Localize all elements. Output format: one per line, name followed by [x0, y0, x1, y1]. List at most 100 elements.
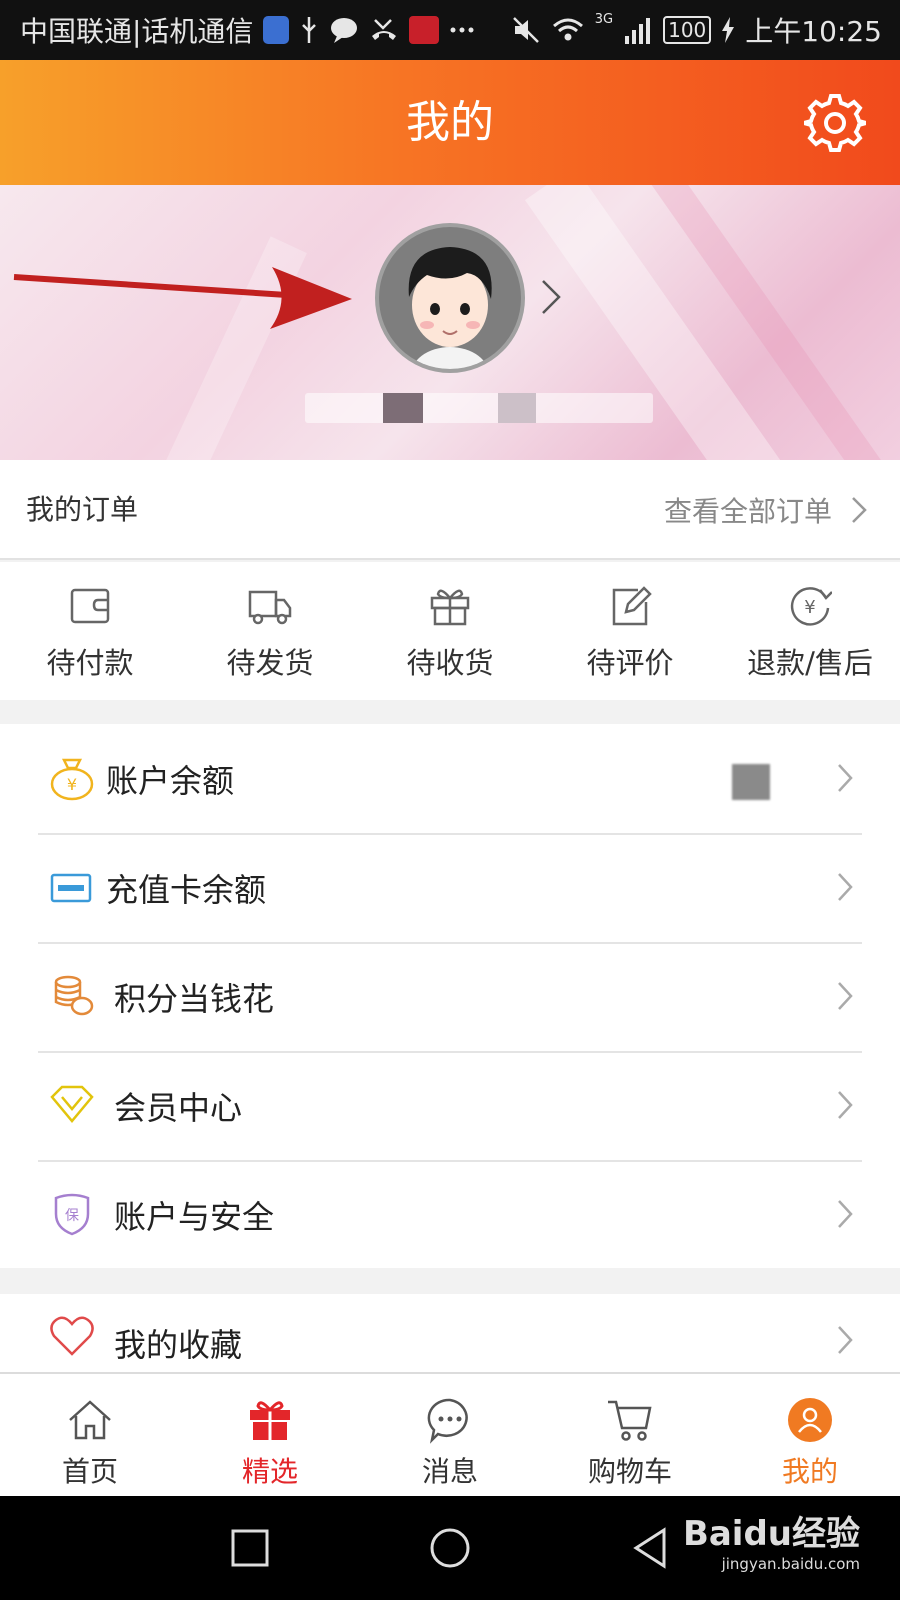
svg-text:保: 保 — [65, 1208, 79, 1224]
order-pending-receipt[interactable]: 待收货 — [360, 562, 540, 700]
order-label: 待发货 — [226, 646, 314, 680]
menu-item-label: 账户余额 — [106, 761, 235, 800]
menu-item-label: 会员中心 — [114, 1088, 243, 1127]
avatar[interactable] — [375, 223, 525, 373]
username-redacted — [305, 393, 653, 423]
chevron-right-icon[interactable] — [538, 277, 564, 317]
menu-item-card-balance[interactable]: 充值卡余额 — [0, 833, 900, 942]
username-redacted-mark — [498, 393, 536, 423]
menu-item-label: 积分当钱花 — [114, 979, 275, 1018]
menu-item-label: 账户与安全 — [114, 1197, 275, 1236]
status-bar: 中国联通|话机通信 3G 100 上午10:25 — [0, 0, 900, 60]
money-bag-icon: ¥ — [50, 758, 94, 801]
my-orders-header[interactable]: 我的订单 查看全部订单 — [0, 460, 900, 560]
baidu-watermark: Baidu经验 jingyan.baidu.com — [683, 1506, 860, 1573]
tab-mine[interactable]: 我的 — [720, 1374, 900, 1496]
chevron-right-icon — [838, 982, 853, 1010]
order-pending-payment[interactable]: 待付款 — [0, 562, 180, 700]
avatar-face-icon — [379, 227, 521, 369]
cart-icon — [608, 1400, 652, 1441]
charging-icon — [721, 17, 735, 43]
wallet-icon — [70, 588, 110, 624]
usb-icon — [299, 15, 319, 45]
watermark-brand: Baidu经验 — [682, 1514, 860, 1554]
order-label: 待付款 — [46, 646, 134, 680]
order-status-grid: 待付款 待发货 待收货 待评价 ¥ 退款/售后 — [0, 562, 900, 700]
carrier-label: 中国联通|话机通信 — [20, 15, 254, 48]
app-header: 我的 — [0, 60, 900, 185]
more-dots-icon — [449, 26, 475, 34]
coins-icon — [54, 975, 94, 1016]
tab-label: 首页 — [61, 1455, 118, 1488]
recent-apps-icon[interactable] — [228, 1526, 272, 1570]
page-title: 我的 — [406, 97, 494, 148]
menu-item-points[interactable]: 积分当钱花 — [0, 942, 900, 1051]
tab-featured[interactable]: 精选 — [180, 1374, 360, 1496]
tab-label: 购物车 — [587, 1455, 672, 1488]
huawei-app-icon — [409, 16, 440, 44]
view-all-orders-link[interactable]: 查看全部订单 — [664, 460, 868, 560]
account-menu: ¥ 账户余额 充值卡余额 积分当钱花 会员中心 保 账户与安全 — [0, 724, 900, 1268]
svg-text:¥: ¥ — [804, 597, 815, 618]
tab-cart[interactable]: 购物车 — [540, 1374, 720, 1496]
order-label: 退款/售后 — [747, 646, 873, 680]
order-pending-shipment[interactable]: 待发货 — [180, 562, 360, 700]
chevron-right-icon — [838, 1200, 853, 1228]
battery-indicator: 100 — [663, 16, 712, 44]
chevron-right-icon — [838, 873, 853, 901]
truck-icon — [248, 590, 292, 625]
username-redacted-mark — [383, 393, 423, 423]
menu-item-account-balance[interactable]: ¥ 账户余额 — [0, 724, 900, 833]
tab-home[interactable]: 首页 — [0, 1374, 180, 1496]
refund-yen-icon: ¥ — [790, 587, 832, 626]
menu-item-label: 我的收藏 — [114, 1326, 243, 1364]
order-label: 待评价 — [586, 646, 674, 680]
chevron-right-icon — [838, 1091, 853, 1119]
menu-item-account-security[interactable]: 保 账户与安全 — [0, 1160, 900, 1269]
user-icon — [788, 1398, 832, 1442]
tab-messages[interactable]: 消息 — [360, 1374, 540, 1496]
diamond-icon — [50, 1085, 94, 1123]
tab-label: 消息 — [421, 1455, 478, 1488]
order-refund-after-sales[interactable]: ¥ 退款/售后 — [720, 562, 900, 700]
chevron-right-icon — [852, 497, 867, 523]
gift-box-icon — [430, 589, 470, 626]
home-icon — [69, 1400, 111, 1440]
shield-icon: 保 — [54, 1193, 90, 1236]
missed-call-icon — [369, 16, 399, 44]
menu-item-member-center[interactable]: 会员中心 — [0, 1051, 900, 1160]
edit-icon — [612, 586, 652, 626]
home-circle-icon[interactable] — [428, 1526, 472, 1570]
svg-text:¥: ¥ — [67, 775, 77, 794]
chat-icon — [427, 1398, 468, 1444]
profile-banner — [0, 185, 900, 460]
order-label: 待收货 — [406, 646, 494, 680]
heart-icon — [50, 1316, 94, 1356]
security-shield-icon — [263, 16, 290, 44]
chat-bubble-icon — [329, 16, 359, 44]
bottom-tab-bar: 首页 精选 消息 购物车 我的 — [0, 1372, 900, 1496]
favorites-section: 我的收藏 — [0, 1294, 900, 1374]
chevron-right-icon — [838, 764, 853, 792]
mute-icon — [511, 15, 541, 45]
order-pending-review[interactable]: 待评价 — [540, 562, 720, 700]
settings-gear-icon[interactable] — [796, 92, 874, 154]
red-arrow-annotation — [13, 267, 352, 329]
system-navigation-bar: Baidu经验 jingyan.baidu.com — [0, 1496, 900, 1600]
back-triangle-icon[interactable] — [628, 1526, 672, 1570]
clock-label: 上午10:25 — [745, 15, 882, 48]
menu-item-label: 充值卡余额 — [106, 870, 267, 909]
tab-label: 精选 — [241, 1455, 298, 1488]
balance-value-redacted — [732, 764, 770, 800]
view-all-orders-label: 查看全部订单 — [663, 495, 832, 528]
watermark-url: jingyan.baidu.com — [721, 1555, 860, 1573]
chevron-right-icon — [838, 1326, 853, 1354]
card-icon — [50, 873, 92, 903]
signal-icon — [623, 16, 653, 44]
network-type-label: 3G — [594, 12, 614, 27]
tab-label: 我的 — [781, 1455, 838, 1488]
gift-icon — [250, 1401, 290, 1440]
my-orders-title: 我的订单 — [26, 493, 139, 526]
wifi-icon — [551, 16, 585, 44]
menu-item-favorites[interactable]: 我的收藏 — [0, 1294, 900, 1374]
